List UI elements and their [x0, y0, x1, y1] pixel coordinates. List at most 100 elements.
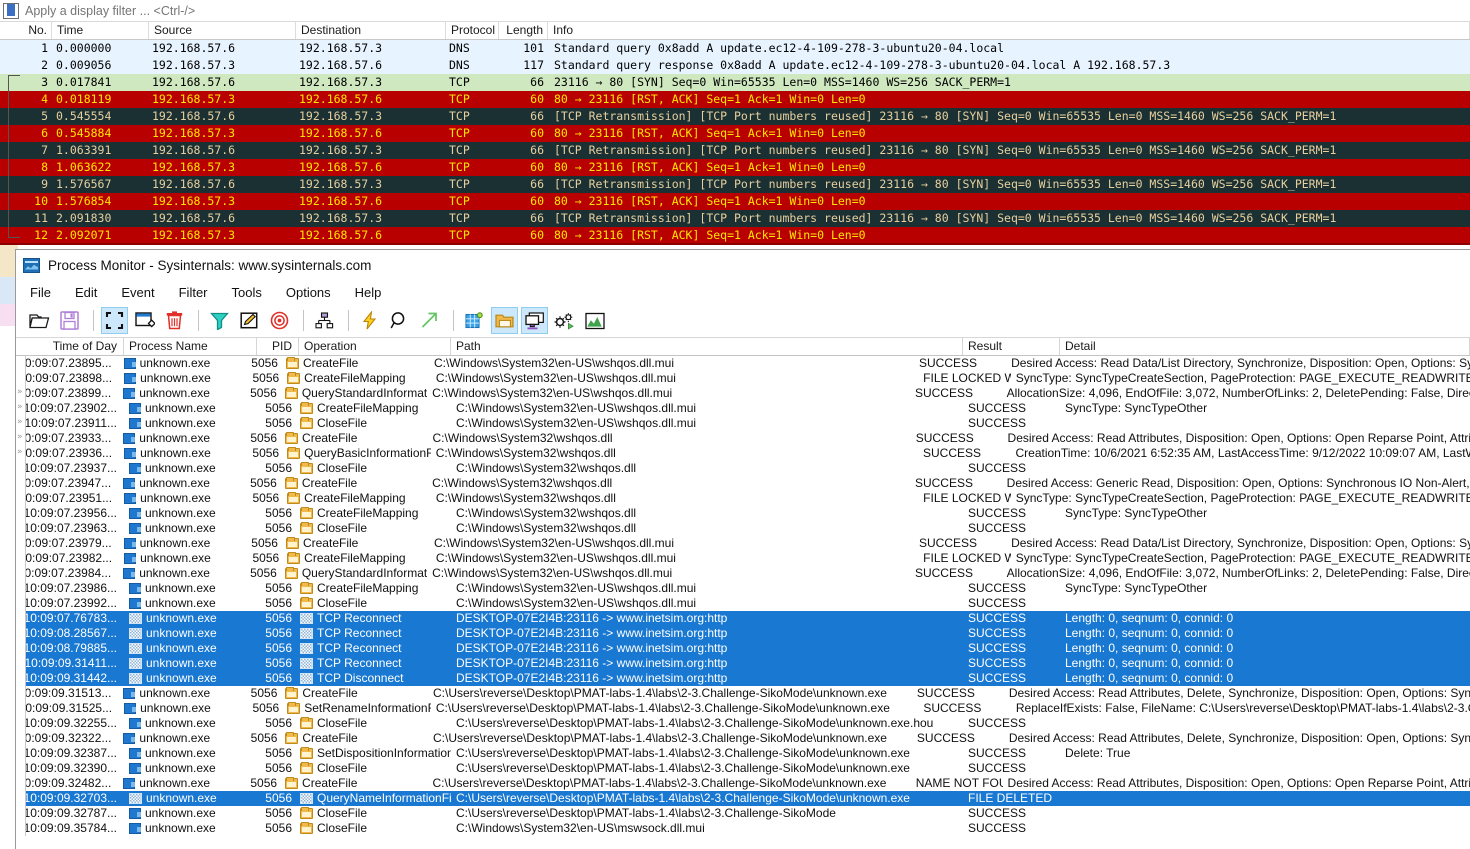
- event-path: C:\Windows\System32\en-US\wshqos.dll.mui: [456, 416, 697, 430]
- clear-display-icon[interactable]: [161, 307, 188, 334]
- menu-item-event[interactable]: Event: [121, 285, 154, 300]
- packet-row[interactable]: 3 0.017841 192.168.57.6 192.168.57.3 TCP 66 23…: [0, 74, 1470, 91]
- event-row[interactable]: 10:09:07.23947... unknown.exe 5056 CreateFi…: [16, 476, 1470, 491]
- file-icon: [285, 432, 299, 444]
- event-row[interactable]: 10:09:09.32703... unknown.exe 5056 QueryNam…: [16, 791, 1470, 806]
- event-row[interactable]: 10:09:09.32255... unknown.exe 5056 CloseFil…: [16, 716, 1470, 731]
- procmon-event-list[interactable]: 10:09:07.23895... unknown.exe 5056 CreateFi…: [16, 356, 1470, 836]
- jump-to-icon[interactable]: [416, 307, 443, 334]
- event-row[interactable]: 10:09:07.23963... unknown.exe 5056 CloseFil…: [16, 521, 1470, 536]
- pane-divider: [0, 243, 1470, 245]
- menu-item-tools[interactable]: Tools: [232, 285, 262, 300]
- show-network-icon[interactable]: [521, 307, 548, 334]
- menu-item-edit[interactable]: Edit: [75, 285, 97, 300]
- column-header-protocol[interactable]: Protocol: [446, 22, 499, 39]
- column-header-no[interactable]: No.: [0, 22, 52, 39]
- show-process-thread-icon[interactable]: [551, 307, 578, 334]
- autoscroll-icon[interactable]: [131, 307, 158, 334]
- event-row[interactable]: 10:09:09.32787... unknown.exe 5056 CloseFil…: [16, 806, 1470, 821]
- event-row[interactable]: 10:09:09.32387... unknown.exe 5056 SetDispo…: [16, 746, 1470, 761]
- event-operation-text: CreateFileMapping: [304, 371, 406, 385]
- event-row[interactable]: 10:09:07.23956... unknown.exe 5056 CreateFi…: [16, 506, 1470, 521]
- event-row[interactable]: 10:09:09.32322... unknown.exe 5056 CreateFi…: [16, 731, 1470, 746]
- event-row[interactable]: 10:09:09.31513... unknown.exe 5056 CreateFi…: [16, 686, 1470, 701]
- column-header-operation[interactable]: Operation: [299, 338, 451, 355]
- filter-icon[interactable]: [206, 307, 233, 334]
- event-row[interactable]: 10:09:07.23899... unknown.exe 5056 QuerySta…: [16, 386, 1470, 401]
- column-header-detail[interactable]: Detail: [1060, 338, 1470, 355]
- procmon-menu-bar[interactable]: File Edit Event Filter Tools Options Help: [16, 280, 1470, 304]
- column-header-length[interactable]: Length: [499, 22, 548, 39]
- column-header-time-of-day[interactable]: Time of Day: [16, 338, 124, 355]
- event-row[interactable]: 10:09:09.32390... unknown.exe 5056 CloseFil…: [16, 761, 1470, 776]
- packet-length: 60: [530, 126, 544, 140]
- event-row[interactable]: 10:09:08.28567... unknown.exe 5056 TCP Reco…: [16, 626, 1470, 641]
- event-process-name: unknown.exe: [124, 401, 257, 416]
- find-icon[interactable]: [386, 307, 413, 334]
- packet-row[interactable]: 2 0.009056 192.168.57.3 192.168.57.6 DNS 117 S…: [0, 57, 1470, 74]
- highlight-icon[interactable]: [236, 307, 263, 334]
- display-filter-input[interactable]: [23, 0, 1470, 21]
- event-row[interactable]: 10:09:07.23984... unknown.exe 5056 QuerySta…: [16, 566, 1470, 581]
- packet-list[interactable]: 1 0.000000 192.168.57.6 192.168.57.3 DNS 101 S…: [0, 40, 1470, 245]
- packet-row[interactable]: 10 1.576854 192.168.57.3 192.168.57.6 TCP 60 8…: [0, 193, 1470, 210]
- event-row[interactable]: 10:09:09.31411... unknown.exe 5056 TCP Reco…: [16, 656, 1470, 671]
- event-row[interactable]: 10:09:07.23937... unknown.exe 5056 CloseFil…: [16, 461, 1470, 476]
- event-process-name-text: unknown.exe: [146, 656, 217, 670]
- packet-row[interactable]: 11 2.091830 192.168.57.6 192.168.57.3 TCP 66 […: [0, 210, 1470, 227]
- process-tree-icon[interactable]: [311, 307, 338, 334]
- event-row[interactable]: 10:09:07.23902... unknown.exe 5056 CreateFi…: [16, 401, 1470, 416]
- column-header-destination[interactable]: Destination: [296, 22, 446, 39]
- save-icon[interactable]: [56, 307, 83, 334]
- event-row[interactable]: 10:09:08.79885... unknown.exe 5056 TCP Reco…: [16, 641, 1470, 656]
- event-path: C:\Windows\System32\en-US\wshqos.dll.mui: [433, 356, 675, 370]
- column-header-process-name[interactable]: Process Name: [124, 338, 257, 355]
- open-folder-icon[interactable]: [26, 307, 53, 334]
- procmon-toolbar[interactable]: [16, 304, 1470, 338]
- packet-row[interactable]: 4 0.018119 192.168.57.3 192.168.57.6 TCP 60 80…: [0, 91, 1470, 108]
- packet-row[interactable]: 7 1.063391 192.168.57.6 192.168.57.3 TCP 66 [T…: [0, 142, 1470, 159]
- packet-row[interactable]: 6 0.545884 192.168.57.3 192.168.57.6 TCP 60 80…: [0, 125, 1470, 142]
- event-row[interactable]: 10:09:07.23979... unknown.exe 5056 CreateFi…: [16, 536, 1470, 551]
- find-jump-icon[interactable]: [356, 307, 383, 334]
- column-header-result[interactable]: Result: [963, 338, 1060, 355]
- event-row[interactable]: 10:09:07.23992... unknown.exe 5056 CloseFil…: [16, 596, 1470, 611]
- packet-destination: 192.168.57.3: [299, 211, 383, 225]
- capture-events-icon[interactable]: [101, 307, 128, 334]
- column-header-path[interactable]: Path: [451, 338, 963, 355]
- menu-item-filter[interactable]: Filter: [179, 285, 208, 300]
- event-row[interactable]: 10:09:09.31525... unknown.exe 5056 SetRenam…: [16, 701, 1470, 716]
- menu-item-options[interactable]: Options: [286, 285, 331, 300]
- event-row[interactable]: 10:09:07.23933... unknown.exe 5056 CreateFi…: [16, 431, 1470, 446]
- display-filter-bar[interactable]: [0, 0, 1470, 22]
- menu-item-file[interactable]: File: [30, 285, 51, 300]
- event-row[interactable]: 10:09:07.23986... unknown.exe 5056 CreateFi…: [16, 581, 1470, 596]
- column-header-source[interactable]: Source: [149, 22, 296, 39]
- bookmark-icon[interactable]: [3, 2, 19, 19]
- menu-item-help[interactable]: Help: [355, 285, 382, 300]
- column-header-info[interactable]: Info: [548, 22, 1470, 39]
- column-header-pid[interactable]: PID: [257, 338, 299, 355]
- packet-row[interactable]: 5 0.545554 192.168.57.6 192.168.57.3 TCP 66 [T…: [0, 108, 1470, 125]
- packet-destination: 192.168.57.3: [299, 41, 383, 55]
- event-row[interactable]: 10:09:07.23898... unknown.exe 5056 CreateFi…: [16, 371, 1470, 386]
- show-registry-icon[interactable]: [461, 307, 488, 334]
- event-row[interactable]: 10:09:07.76783... unknown.exe 5056 TCP Reco…: [16, 611, 1470, 626]
- event-row[interactable]: 10:09:07.23895... unknown.exe 5056 CreateFi…: [16, 356, 1470, 371]
- network-icon: [129, 673, 142, 684]
- column-header-time[interactable]: Time: [52, 22, 149, 39]
- event-row[interactable]: 10:09:07.23911... unknown.exe 5056 CloseFil…: [16, 416, 1470, 431]
- show-profiling-icon[interactable]: [581, 307, 608, 334]
- event-row[interactable]: 10:09:09.31442... unknown.exe 5056 TCP Disc…: [16, 671, 1470, 686]
- event-row[interactable]: 10:09:07.23951... unknown.exe 5056 CreateFi…: [16, 491, 1470, 506]
- packet-row[interactable]: 12 2.092071 192.168.57.3 192.168.57.6 TCP 60 8…: [0, 227, 1470, 244]
- event-row[interactable]: 10:09:07.23936... unknown.exe 5056 QueryBas…: [16, 446, 1470, 461]
- include-process-icon[interactable]: [266, 307, 293, 334]
- event-row[interactable]: 10:09:09.32482... unknown.exe 5056 CreateFi…: [16, 776, 1470, 791]
- event-row[interactable]: 10:09:07.23982... unknown.exe 5056 CreateFi…: [16, 551, 1470, 566]
- event-row[interactable]: 10:09:09.35784... unknown.exe 5056 CloseFil…: [16, 821, 1470, 836]
- packet-row[interactable]: 8 1.063622 192.168.57.3 192.168.57.6 TCP 60 80…: [0, 159, 1470, 176]
- packet-row[interactable]: 9 1.576567 192.168.57.6 192.168.57.3 TCP 66 [T…: [0, 176, 1470, 193]
- show-file-system-icon[interactable]: [491, 307, 518, 334]
- packet-row[interactable]: 1 0.000000 192.168.57.6 192.168.57.3 DNS 101 S…: [0, 40, 1470, 57]
